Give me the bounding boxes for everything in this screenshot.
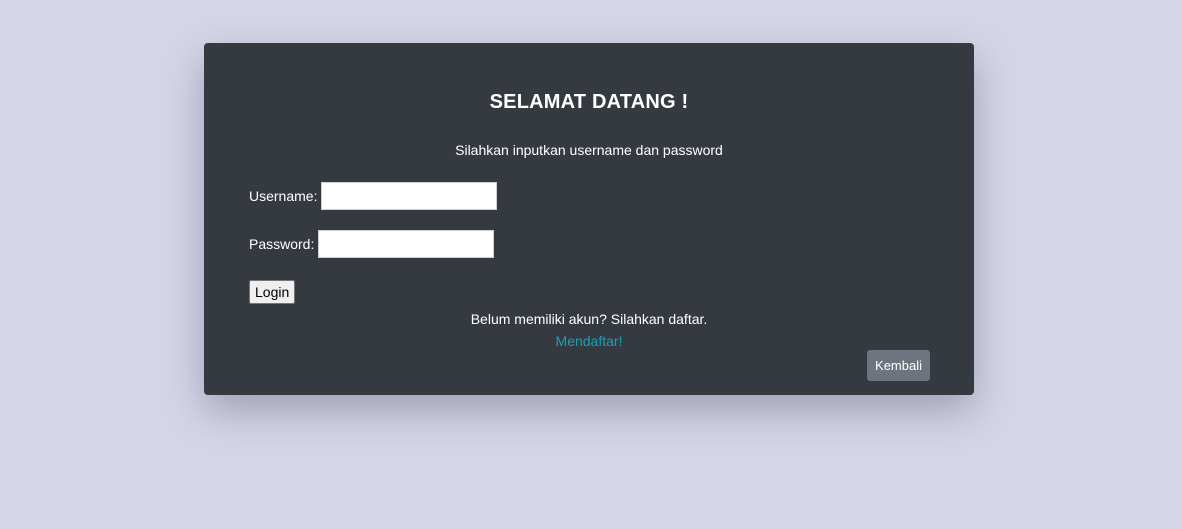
- password-row: Password:: [249, 230, 495, 258]
- back-button[interactable]: Kembali: [867, 350, 930, 381]
- login-instructions: Silahkan inputkan username dan password: [455, 142, 723, 158]
- login-button[interactable]: Login: [249, 280, 296, 304]
- signup-prompt: Belum memiliki akun? Silahkan daftar.: [470, 311, 708, 327]
- username-input[interactable]: [321, 182, 498, 210]
- signup-link[interactable]: Mendaftar!: [556, 333, 623, 349]
- username-row: Username:: [249, 182, 498, 210]
- username-label: Username:: [249, 188, 318, 204]
- login-card: SELAMAT DATANG ! Silahkan inputkan usern…: [204, 43, 974, 395]
- password-input[interactable]: [318, 230, 495, 258]
- page-title: SELAMAT DATANG !: [489, 91, 689, 113]
- signup-link-container: Mendaftar!: [204, 333, 974, 349]
- password-label: Password:: [249, 236, 315, 252]
